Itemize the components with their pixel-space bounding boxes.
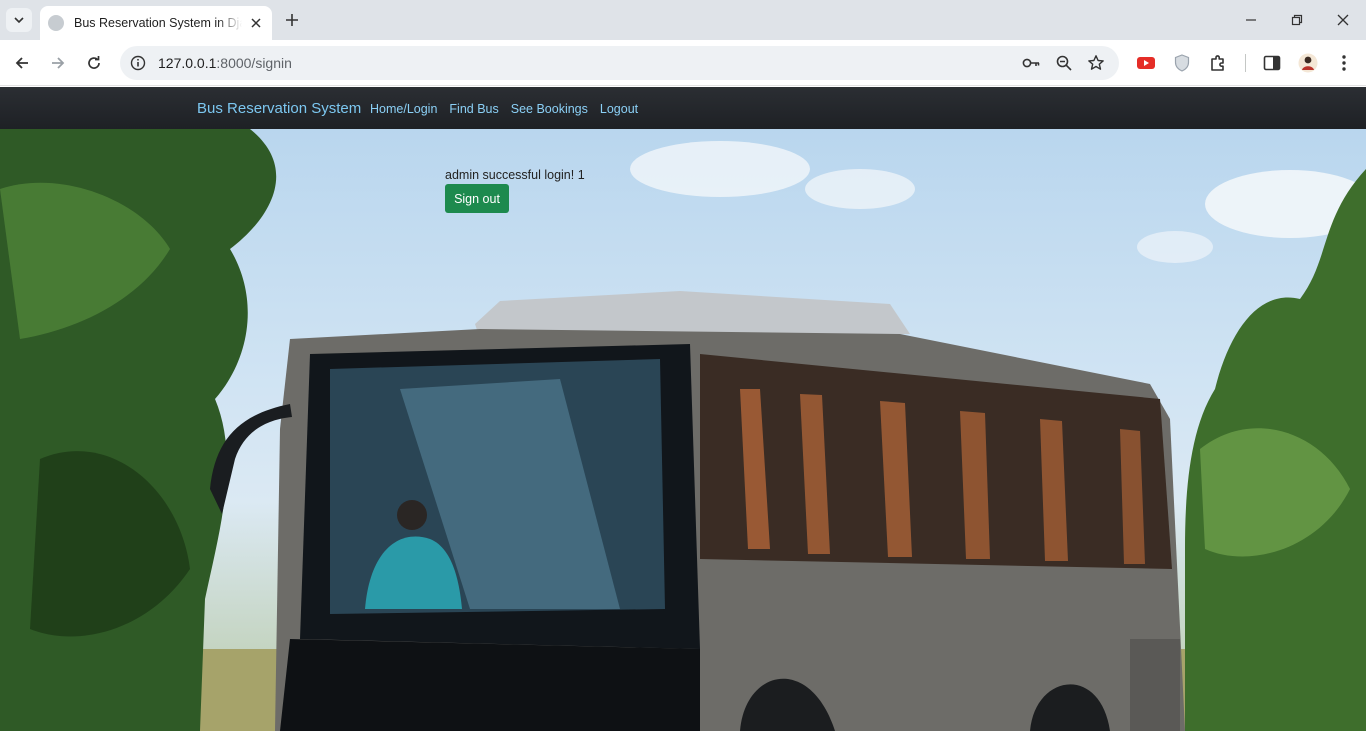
web-page: Bus Reservation System Home/Login Find B…	[0, 87, 1366, 731]
arrow-left-icon	[15, 57, 28, 69]
side-panel-icon	[1263, 55, 1281, 71]
shield-icon	[1174, 54, 1190, 72]
back-button[interactable]	[8, 49, 36, 77]
bookmark-button[interactable]	[1085, 52, 1107, 74]
hero-background-image: admin successful login! 1 Sign out	[0, 129, 1366, 731]
youtube-extension-button[interactable]	[1134, 51, 1158, 75]
restore-icon	[1291, 14, 1303, 26]
site-navbar: Bus Reservation System Home/Login Find B…	[0, 87, 1366, 129]
nav-link-see-bookings[interactable]: See Bookings	[511, 102, 588, 116]
close-window-button[interactable]	[1320, 0, 1366, 40]
extensions-button[interactable]	[1206, 51, 1230, 75]
url-text[interactable]: 127.0.0.1:8000/signin	[158, 55, 292, 71]
cloud	[1137, 231, 1213, 263]
cloud	[630, 141, 810, 197]
close-icon	[251, 18, 261, 28]
puzzle-icon	[1211, 55, 1224, 71]
cloud	[805, 169, 915, 209]
profile-avatar[interactable]	[1296, 51, 1320, 75]
minimize-icon	[1246, 19, 1256, 21]
nav-link-find-bus[interactable]: Find Bus	[449, 102, 498, 116]
bus-grille	[1130, 639, 1180, 731]
login-message: admin successful login! 1	[445, 168, 585, 182]
url-host: 127.0.0.1	[158, 55, 217, 71]
plus-icon	[286, 14, 298, 26]
shield-extension-button[interactable]	[1170, 51, 1194, 75]
url-path: :8000/signin	[216, 55, 292, 71]
new-tab-button[interactable]	[280, 8, 304, 32]
info-icon	[130, 55, 146, 71]
browser-tab-strip: Bus Reservation System in Django	[0, 0, 1366, 40]
nav-link-logout[interactable]: Logout	[600, 102, 638, 116]
restore-button[interactable]	[1274, 0, 1320, 40]
browser-tab[interactable]: Bus Reservation System in Django	[40, 6, 272, 40]
chevron-down-icon	[14, 17, 24, 24]
password-key-button[interactable]	[1020, 52, 1042, 74]
avatar-icon	[1298, 53, 1318, 73]
close-icon	[1337, 14, 1349, 26]
nav-links: Home/Login Find Bus See Bookings Logout	[370, 102, 638, 116]
youtube-icon	[1137, 57, 1155, 69]
reload-icon	[88, 56, 100, 69]
key-icon	[1022, 58, 1040, 68]
bus-photo	[0, 129, 1366, 731]
forward-button[interactable]	[44, 49, 72, 77]
zoom-button[interactable]	[1053, 52, 1075, 74]
site-info-button[interactable]	[126, 51, 150, 75]
toolbar-divider	[1245, 54, 1246, 72]
address-bar[interactable]: 127.0.0.1:8000/signin	[120, 46, 1119, 80]
bus-front-lower	[280, 639, 700, 731]
arrow-right-icon	[52, 57, 65, 69]
tab-close-button[interactable]	[248, 15, 264, 31]
globe-icon	[48, 15, 64, 31]
side-panel-button[interactable]	[1260, 51, 1284, 75]
zoom-icon	[1056, 55, 1072, 71]
driver-head	[397, 500, 427, 530]
reload-button[interactable]	[80, 49, 108, 77]
tab-title: Bus Reservation System in Django	[74, 16, 242, 30]
browser-toolbar: 127.0.0.1:8000/signin	[0, 40, 1366, 86]
tab-search-button[interactable]	[6, 8, 32, 32]
nav-link-home-login[interactable]: Home/Login	[370, 102, 437, 116]
navbar-brand[interactable]: Bus Reservation System	[197, 100, 361, 117]
star-icon	[1088, 55, 1104, 70]
sign-out-button[interactable]: Sign out	[445, 184, 509, 213]
browser-menu-button[interactable]	[1332, 51, 1356, 75]
more-vertical-icon	[1342, 55, 1346, 71]
minimize-button[interactable]	[1228, 0, 1274, 40]
